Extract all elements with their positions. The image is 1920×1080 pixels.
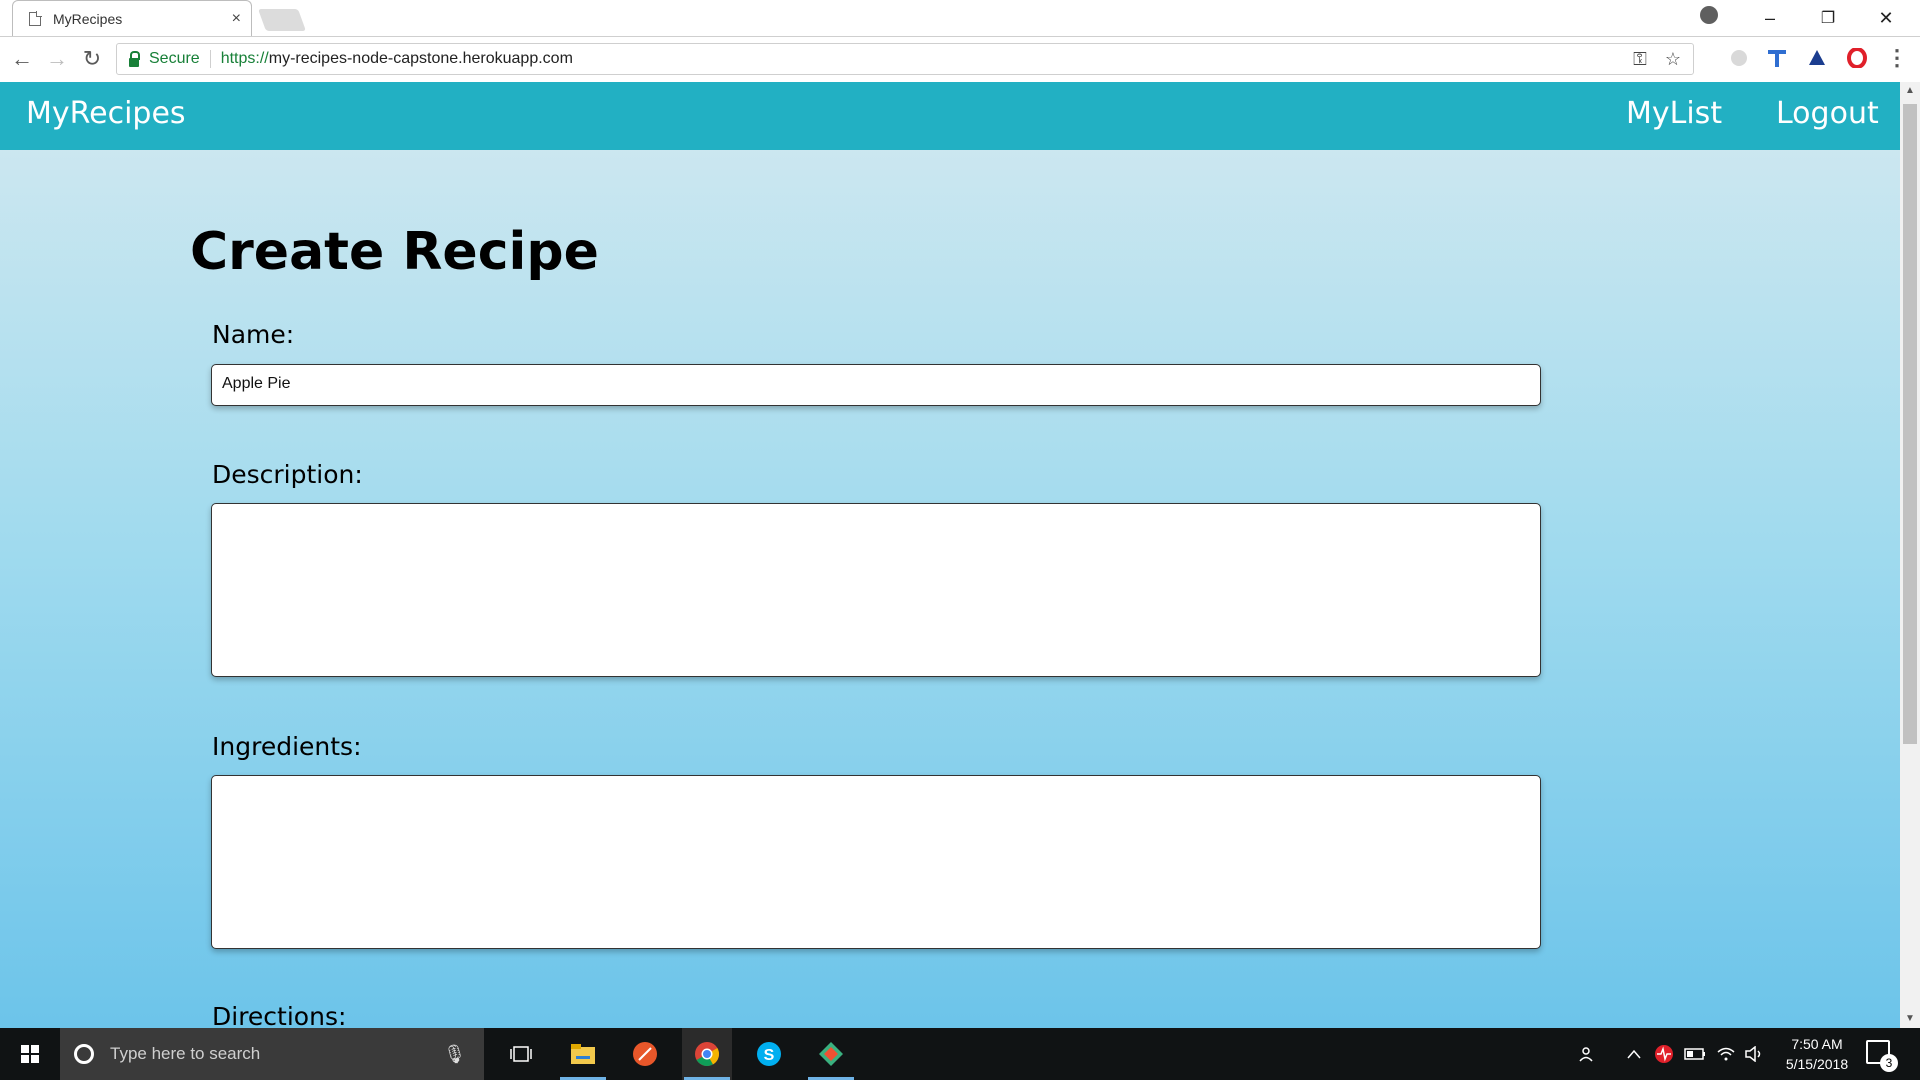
battery-icon[interactable]: [1684, 1028, 1706, 1080]
search-placeholder: Type here to search: [110, 1044, 261, 1063]
gitkraken-icon[interactable]: [806, 1028, 856, 1080]
taskbar-search[interactable]: Type here to search 🎙︎: [60, 1028, 484, 1080]
wifi-icon[interactable]: [1716, 1028, 1736, 1080]
page-viewport: MyRecipes MyList Logout Create Recipe Na…: [0, 82, 1900, 1028]
extension-blue-t-icon[interactable]: [1764, 45, 1790, 71]
nav-link-logout[interactable]: Logout: [1776, 96, 1879, 131]
description-label: Description:: [212, 460, 363, 489]
minimize-button[interactable]: –: [1742, 0, 1798, 36]
site-navbar: MyRecipes MyList Logout: [0, 82, 1900, 150]
chrome-icon[interactable]: [682, 1028, 732, 1080]
clock-time: 7:50 AM: [1791, 1036, 1843, 1052]
feather-app-icon[interactable]: [620, 1028, 670, 1080]
nav-link-mylist[interactable]: MyList: [1626, 96, 1722, 131]
chevron-up-icon[interactable]: [1626, 1028, 1642, 1080]
brand-logo[interactable]: MyRecipes: [26, 96, 186, 131]
page-title: Create Recipe: [190, 222, 599, 282]
forward-button[interactable]: →: [44, 46, 70, 72]
task-view-icon[interactable]: [496, 1028, 546, 1080]
name-label: Name:: [212, 320, 295, 349]
start-button[interactable]: [0, 1028, 60, 1080]
account-icon[interactable]: [1700, 6, 1718, 24]
scroll-down-arrow[interactable]: ▼: [1900, 1010, 1920, 1028]
new-tab-button[interactable]: [257, 9, 307, 31]
bookmark-star-icon[interactable]: ☆: [1665, 49, 1681, 70]
scrollbar-thumb[interactable]: [1903, 104, 1917, 744]
ingredients-label: Ingredients:: [212, 732, 362, 761]
windows-logo-icon: [21, 1045, 39, 1063]
extension-opera-icon[interactable]: [1844, 45, 1870, 71]
directions-label: Directions:: [212, 1002, 347, 1028]
reload-button[interactable]: ↻: [79, 46, 105, 72]
notification-count-badge: 3: [1880, 1054, 1898, 1072]
name-input[interactable]: Apple Pie: [211, 364, 1541, 406]
page-scrollbar[interactable]: ▲ ▼: [1900, 82, 1920, 1028]
url-text[interactable]: https://my-recipes-node-capstone.herokua…: [221, 50, 573, 68]
file-explorer-icon[interactable]: [558, 1028, 608, 1080]
browser-tab[interactable]: MyRecipes ×: [12, 0, 252, 36]
browser-menu-icon[interactable]: ⋮: [1884, 45, 1910, 71]
browser-tab-strip: MyRecipes × – ❐ ✕: [0, 0, 1920, 37]
antivirus-tray-icon[interactable]: [1654, 1028, 1674, 1080]
secure-label: Secure: [149, 50, 211, 68]
back-button[interactable]: ←: [9, 46, 35, 72]
extension-grey-icon[interactable]: [1726, 45, 1752, 71]
close-window-button[interactable]: ✕: [1858, 0, 1914, 36]
ingredients-textarea[interactable]: [211, 775, 1541, 949]
people-icon[interactable]: [1578, 1028, 1598, 1080]
tab-title: MyRecipes: [53, 10, 123, 27]
url-scheme: https://: [220, 50, 269, 67]
microphone-icon[interactable]: 🎙︎: [443, 1044, 466, 1065]
cortana-icon: [74, 1044, 94, 1064]
address-bar[interactable]: Secure https://my-recipes-node-capstone.…: [116, 43, 1694, 75]
clock-date: 5/15/2018: [1785, 1056, 1849, 1072]
skype-icon[interactable]: S: [744, 1028, 794, 1080]
windows-taskbar: Type here to search 🎙︎ S 7:50 AM 5/15/20…: [0, 1028, 1920, 1080]
browser-toolbar: ← → ↻ Secure https://my-recipes-node-cap…: [0, 37, 1920, 83]
svg-text:S: S: [764, 1047, 775, 1064]
scroll-up-arrow[interactable]: ▲: [1900, 82, 1920, 100]
taskbar-clock[interactable]: 7:50 AM 5/15/2018: [1772, 1034, 1862, 1074]
lock-icon: [129, 50, 140, 67]
page-icon: [29, 11, 42, 26]
key-icon[interactable]: ⚿: [1633, 49, 1647, 70]
extension-drive-icon[interactable]: [1804, 45, 1830, 71]
url-host: my-recipes-node-capstone.herokuapp.com: [268, 50, 573, 67]
restore-button[interactable]: ❐: [1800, 0, 1856, 36]
volume-icon[interactable]: [1744, 1028, 1764, 1080]
description-textarea[interactable]: [211, 503, 1541, 677]
close-tab-icon[interactable]: ×: [232, 10, 241, 28]
